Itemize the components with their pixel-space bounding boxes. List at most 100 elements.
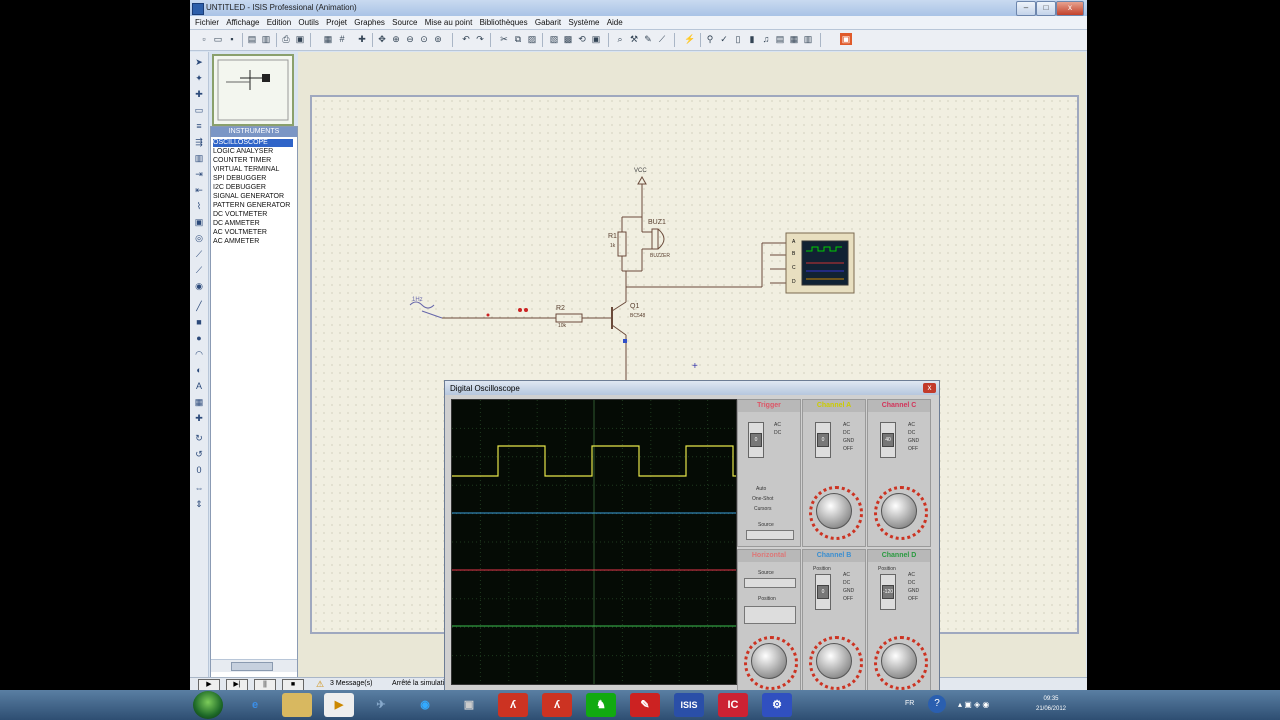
internet-explorer-icon[interactable]: e bbox=[240, 693, 270, 717]
package-tool-icon[interactable]: ✎ bbox=[642, 33, 654, 45]
channel-b-dc[interactable]: DC bbox=[843, 580, 850, 586]
report-icon[interactable]: ▥ bbox=[802, 33, 814, 45]
media-player-icon[interactable]: ▶ bbox=[324, 693, 354, 717]
channel-b-position-slider[interactable]: 0 bbox=[815, 574, 831, 610]
app-icon-3[interactable]: ✎ bbox=[630, 693, 660, 717]
open-file-icon[interactable]: ▭ bbox=[212, 33, 224, 45]
channel-b-ac[interactable]: AC bbox=[843, 572, 850, 578]
origin-icon[interactable]: ✚ bbox=[356, 33, 368, 45]
new-file-icon[interactable]: ▫ bbox=[198, 33, 210, 45]
menu-outils[interactable]: Outils bbox=[298, 16, 318, 29]
tape-recorder-icon[interactable]: ▣ bbox=[193, 216, 205, 228]
channel-a-off[interactable]: OFF bbox=[843, 446, 853, 452]
channel-a-dc[interactable]: DC bbox=[843, 430, 850, 436]
channel-a-gnd[interactable]: GND bbox=[843, 438, 854, 444]
start-button[interactable] bbox=[193, 691, 223, 719]
tray-icons[interactable]: ▴ ▣ ◈ ◉ bbox=[958, 700, 989, 709]
scrollbar-thumb[interactable] bbox=[231, 662, 273, 671]
channel-c-dc[interactable]: DC bbox=[908, 430, 915, 436]
ares-taskbar-icon[interactable]: IC bbox=[718, 693, 748, 717]
zoom-all-icon[interactable]: ⊙ bbox=[418, 33, 430, 45]
message-count[interactable]: 3 Message(s) bbox=[330, 680, 372, 687]
channel-b-off[interactable]: OFF bbox=[843, 596, 853, 602]
marker-icon[interactable]: ✚ bbox=[193, 412, 205, 424]
browser-icon[interactable]: ◉ bbox=[410, 693, 440, 717]
menu-mise-au-point[interactable]: Mise au point bbox=[425, 16, 473, 29]
help-icon[interactable]: ? bbox=[928, 695, 946, 713]
channel-c-gnd[interactable]: GND bbox=[908, 438, 919, 444]
network-app-icon[interactable]: ✈ bbox=[366, 693, 396, 717]
rotate-cw-icon[interactable]: ↻ bbox=[193, 432, 205, 444]
instrument-item[interactable]: AC VOLTMETER bbox=[213, 229, 267, 237]
mirror-y-icon[interactable]: ⇕ bbox=[193, 498, 205, 510]
channel-c-position-slider[interactable]: 40 bbox=[880, 422, 896, 458]
play-button[interactable]: ▶ bbox=[198, 679, 220, 690]
minimize-button[interactable]: – bbox=[1016, 1, 1036, 16]
junction-dot-icon[interactable]: ✚ bbox=[193, 88, 205, 100]
oscilloscope-titlebar[interactable]: Digital Oscilloscope x bbox=[445, 381, 939, 395]
channel-d-off[interactable]: OFF bbox=[908, 596, 918, 602]
channel-a-volts-knob[interactable] bbox=[816, 493, 852, 529]
channel-d-volts-knob[interactable] bbox=[881, 643, 917, 679]
menu-bibliotheques[interactable]: Bibliothèques bbox=[480, 16, 528, 29]
menu-aide[interactable]: Aide bbox=[607, 16, 623, 29]
instrument-item[interactable]: DC VOLTMETER bbox=[213, 211, 267, 219]
wire-autorouter-icon[interactable]: ⚡ bbox=[684, 33, 696, 45]
voltage-probe-icon[interactable]: ⟋ bbox=[193, 248, 205, 260]
overview-window[interactable] bbox=[212, 54, 294, 126]
ares-netlist-icon[interactable]: ▣ bbox=[840, 33, 852, 45]
terminals-icon[interactable]: ⇥ bbox=[193, 168, 205, 180]
trigger-mode-auto[interactable]: Auto bbox=[756, 486, 766, 492]
device-pins-icon[interactable]: ⇤ bbox=[193, 184, 205, 196]
pause-button[interactable]: || bbox=[254, 679, 276, 690]
pick-device-icon[interactable]: ⌕ bbox=[614, 33, 626, 45]
instrument-item[interactable]: LOGIC ANALYSER bbox=[213, 148, 273, 156]
instrument-item[interactable]: VIRTUAL TERMINAL bbox=[213, 166, 279, 174]
line-icon[interactable]: ╱ bbox=[193, 300, 205, 312]
stop-button[interactable]: ■ bbox=[282, 679, 304, 690]
menu-edition[interactable]: Edition bbox=[267, 16, 291, 29]
path-icon[interactable]: ◐ bbox=[193, 364, 205, 376]
make-device-icon[interactable]: ⚒ bbox=[628, 33, 640, 45]
maximize-button[interactable]: □ bbox=[1036, 1, 1056, 16]
cut-icon[interactable]: ✂ bbox=[498, 33, 510, 45]
instrument-item[interactable]: AC AMMETER bbox=[213, 238, 259, 246]
instrument-item[interactable]: SIGNAL GENERATOR bbox=[213, 193, 284, 201]
refresh-icon[interactable]: ▦ bbox=[322, 33, 334, 45]
paste-icon[interactable]: ▨ bbox=[526, 33, 538, 45]
horizontal-time-knob[interactable] bbox=[751, 643, 787, 679]
graph-icon[interactable]: ⌇ bbox=[193, 200, 205, 212]
current-probe-icon[interactable]: ⟋ bbox=[193, 264, 205, 276]
menu-affichage[interactable]: Affichage bbox=[226, 16, 259, 29]
bom-icon[interactable]: ♫ bbox=[760, 33, 772, 45]
isis-taskbar-icon[interactable]: ISIS bbox=[674, 693, 704, 717]
step-button[interactable]: ▶| bbox=[226, 679, 248, 690]
channel-a-position-slider[interactable]: 0 bbox=[815, 422, 831, 458]
subcircuit-icon[interactable]: ▥ bbox=[193, 152, 205, 164]
channel-c-ac[interactable]: AC bbox=[908, 422, 915, 428]
symbol-icon[interactable]: ▦ bbox=[193, 396, 205, 408]
grid-icon[interactable]: # bbox=[336, 33, 348, 45]
box-icon[interactable]: ■ bbox=[193, 316, 205, 328]
bus-icon[interactable]: ⇶ bbox=[193, 136, 205, 148]
close-button[interactable]: x bbox=[1056, 1, 1084, 16]
file-explorer-icon[interactable] bbox=[282, 693, 312, 717]
instrument-item[interactable]: DC AMMETER bbox=[213, 220, 260, 228]
instrument-item[interactable]: I2C DEBUGGER bbox=[213, 184, 266, 192]
oscilloscope-close-button[interactable]: x bbox=[923, 383, 936, 393]
channel-d-position-slider[interactable]: -120 bbox=[880, 574, 896, 610]
instrument-item[interactable]: OSCILLOSCOPE bbox=[213, 139, 293, 147]
trigger-source-selector[interactable] bbox=[746, 530, 794, 540]
app-icon-2[interactable]: ♞ bbox=[586, 693, 616, 717]
horizontal-position-slider[interactable] bbox=[744, 606, 796, 624]
wire-label-icon[interactable]: ▭ bbox=[193, 104, 205, 116]
trigger-level-slider[interactable]: 0 bbox=[748, 422, 764, 458]
menu-gabarit[interactable]: Gabarit bbox=[535, 16, 561, 29]
electrical-check-icon[interactable]: ▦ bbox=[788, 33, 800, 45]
virtual-instruments-icon[interactable]: ◉ bbox=[193, 280, 205, 292]
channel-d-dc[interactable]: DC bbox=[908, 580, 915, 586]
import-icon[interactable]: ▤ bbox=[246, 33, 258, 45]
zoom-area-icon[interactable]: ⊚ bbox=[432, 33, 444, 45]
instrument-item[interactable]: PATTERN GENERATOR bbox=[213, 202, 290, 210]
search-tag-icon[interactable]: ⚲ bbox=[704, 33, 716, 45]
